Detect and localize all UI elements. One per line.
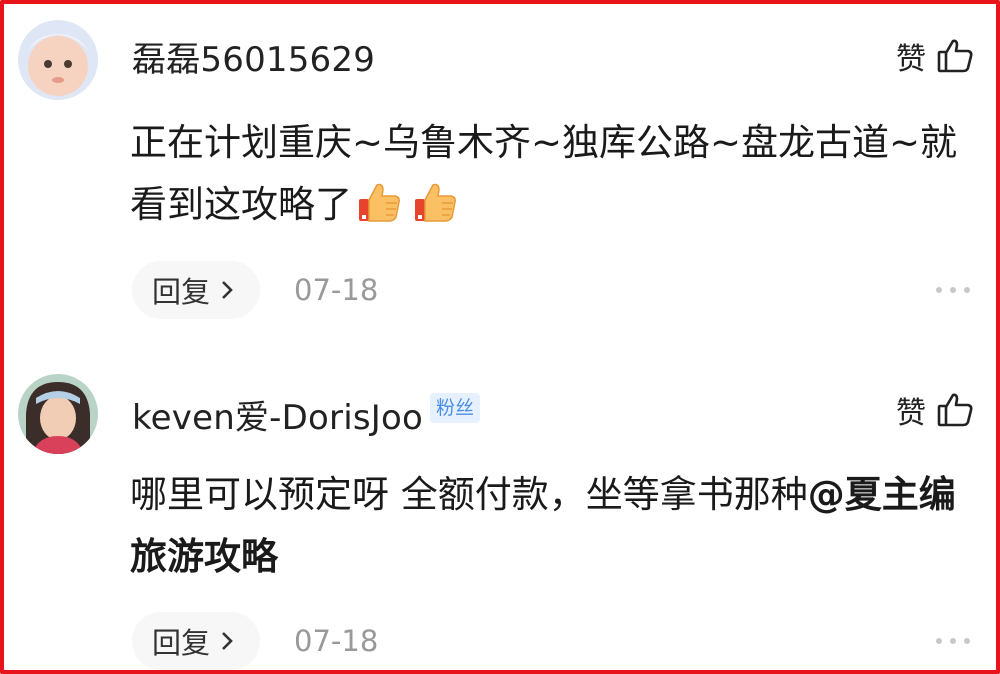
like-label: 赞: [896, 42, 926, 77]
comment-body: 正在计划重庆~乌鲁木齐~独库公路~盘龙古道~就看到这攻略了: [130, 121, 958, 226]
reply-label: 回复: [152, 275, 211, 309]
dot: [964, 638, 970, 644]
reply-button[interactable]: 回复: [132, 612, 261, 670]
avatar[interactable]: [18, 20, 98, 100]
avatar[interactable]: [18, 374, 98, 454]
comment-body: 哪里可以预定呀 全额付款，坐等拿书那种: [130, 473, 808, 516]
emoji-group: [356, 179, 458, 225]
thumbs-up-icon: [412, 179, 458, 225]
thumbs-up-outline-icon: [936, 37, 974, 75]
username[interactable]: keven爱-DorisJoo: [132, 390, 423, 439]
chevron-right-icon: [220, 630, 234, 652]
like-label: 赞: [896, 396, 926, 431]
fan-badge: 粉丝: [430, 393, 481, 423]
username[interactable]: 磊磊56015629: [132, 32, 375, 81]
comment-item: keven爱-DorisJoo 粉丝 赞 哪里可以预定呀 全额付款，坐等拿书那种…: [0, 350, 1000, 674]
like-button[interactable]: 赞: [896, 34, 974, 78]
reply-label: 回复: [152, 626, 211, 660]
comment-text: 哪里可以预定呀 全额付款，坐等拿书那种@夏主编旅游攻略: [130, 464, 980, 588]
thumbs-up-outline-icon: [936, 391, 974, 429]
comment-date: 07-18: [294, 273, 379, 307]
dot: [936, 638, 942, 644]
more-options-button[interactable]: [936, 638, 970, 644]
thumbs-up-icon: [356, 179, 402, 225]
reply-button[interactable]: 回复: [132, 261, 261, 319]
comment-item: 磊磊56015629 赞 正在计划重庆~乌鲁木齐~独库公路~盘龙古道~就看到这攻…: [0, 0, 1000, 335]
chevron-right-icon: [220, 279, 234, 301]
dot: [950, 287, 956, 293]
comment-date: 07-18: [294, 624, 379, 658]
like-button[interactable]: 赞: [896, 388, 974, 432]
dot: [936, 287, 942, 293]
more-options-button[interactable]: [936, 287, 970, 293]
dot: [964, 287, 970, 293]
comment-text: 正在计划重庆~乌鲁木齐~独库公路~盘龙古道~就看到这攻略了: [130, 112, 980, 236]
dot: [950, 638, 956, 644]
